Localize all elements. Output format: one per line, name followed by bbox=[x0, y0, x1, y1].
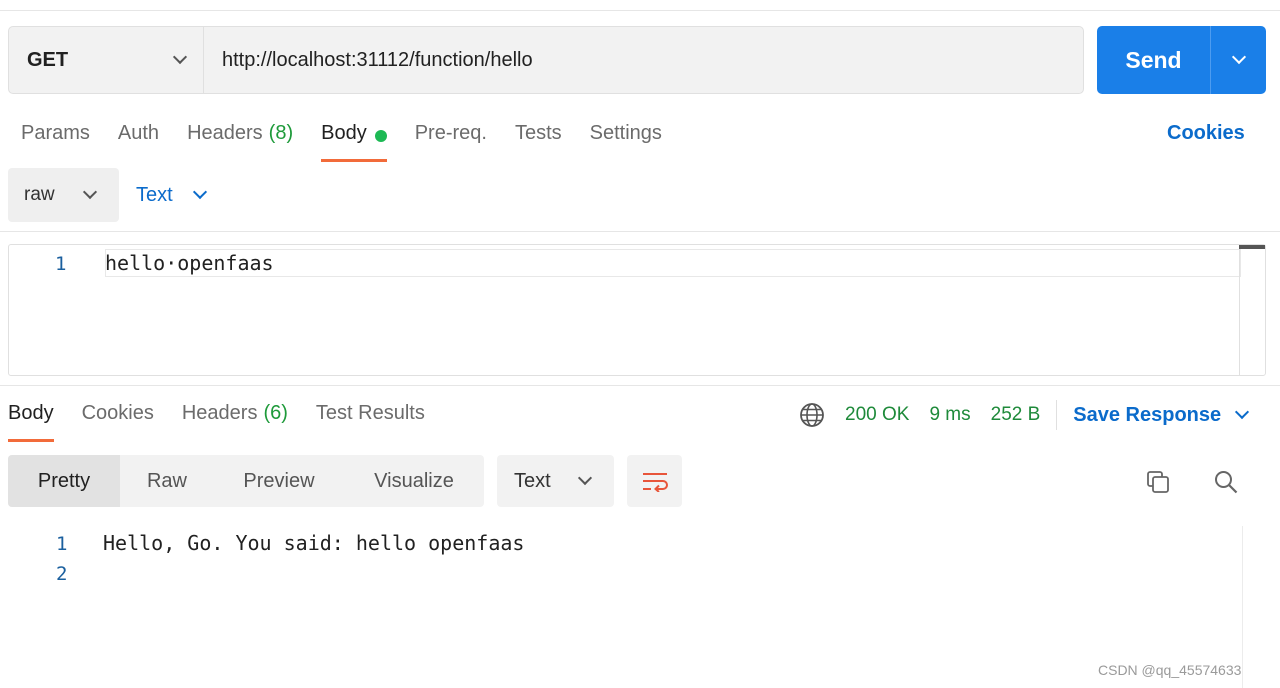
search-icon bbox=[1215, 471, 1238, 494]
tab-body[interactable]: Body bbox=[321, 118, 387, 162]
response-stats: 200 OK 9 ms 252 B Save Response bbox=[799, 400, 1250, 430]
method-label: GET bbox=[27, 48, 69, 71]
response-view-tabs: Pretty Raw Preview Visualize bbox=[8, 455, 484, 507]
response-size[interactable]: 252 B bbox=[991, 404, 1041, 426]
view-pretty[interactable]: Pretty bbox=[8, 455, 120, 507]
tab-response-headers[interactable]: Headers (6) bbox=[182, 398, 288, 442]
copy-button[interactable] bbox=[1138, 462, 1178, 502]
tab-label: Settings bbox=[589, 122, 662, 144]
tab-test-results[interactable]: Test Results bbox=[316, 398, 425, 442]
cookies-link[interactable]: Cookies bbox=[1167, 122, 1245, 145]
chevron-down-icon bbox=[1231, 49, 1246, 65]
tab-response-cookies[interactable]: Cookies bbox=[82, 398, 154, 442]
tab-label: Params bbox=[21, 122, 90, 144]
tab-headers[interactable]: Headers (8) bbox=[187, 118, 293, 162]
chevron-down-icon bbox=[172, 49, 188, 65]
send-button[interactable]: Send bbox=[1097, 26, 1210, 94]
top-divider bbox=[0, 10, 1280, 11]
tab-label: Auth bbox=[117, 122, 160, 144]
tab-tests[interactable]: Tests bbox=[515, 118, 562, 162]
tab-label: Body bbox=[321, 122, 367, 144]
response-body-code: Hello, Go. You said: hello openfaas bbox=[103, 531, 525, 555]
divider bbox=[1056, 400, 1058, 430]
body-mode-label: raw bbox=[24, 184, 55, 205]
tab-auth[interactable]: Auth bbox=[118, 118, 159, 162]
status-badge[interactable]: 200 OK bbox=[845, 404, 909, 426]
divider bbox=[0, 385, 1280, 386]
request-body-editor[interactable]: 1 hello·openfaas bbox=[8, 244, 1266, 376]
send-button-group: Send bbox=[1097, 26, 1266, 94]
response-time[interactable]: 9 ms bbox=[929, 404, 970, 426]
wrap-lines-icon bbox=[642, 473, 668, 492]
body-mode-select[interactable]: raw bbox=[8, 168, 119, 222]
tab-params[interactable]: Params bbox=[21, 118, 90, 162]
response-scrollbar[interactable] bbox=[1242, 526, 1268, 688]
body-indicator-dot bbox=[374, 130, 387, 142]
search-button[interactable] bbox=[1206, 462, 1246, 502]
chevron-down-icon bbox=[577, 470, 593, 486]
editor-scrollbar[interactable] bbox=[1239, 245, 1265, 375]
request-body-code: hello·openfaas bbox=[105, 251, 274, 275]
tab-label: Test Results bbox=[315, 402, 425, 424]
divider bbox=[0, 231, 1280, 232]
response-format-select[interactable]: Text bbox=[497, 455, 614, 507]
chevron-down-icon bbox=[192, 184, 207, 200]
tab-label: Pre-req. bbox=[414, 122, 487, 144]
copy-icon bbox=[1147, 471, 1169, 493]
view-preview[interactable]: Preview bbox=[214, 455, 344, 507]
tab-settings[interactable]: Settings bbox=[590, 118, 662, 162]
chevron-down-icon bbox=[1235, 404, 1250, 420]
line-number: 1 bbox=[56, 533, 68, 555]
wrap-lines-button[interactable] bbox=[627, 455, 682, 507]
tab-label: Headers bbox=[187, 122, 263, 144]
view-raw[interactable]: Raw bbox=[120, 455, 214, 507]
method-select[interactable]: GET bbox=[9, 27, 204, 93]
line-number: 2 bbox=[56, 563, 68, 585]
tab-label: Body bbox=[8, 402, 54, 424]
response-tabs: Body Cookies Headers (6) Test Results bbox=[8, 398, 453, 442]
tab-label: Tests bbox=[514, 122, 562, 144]
chevron-down-icon bbox=[82, 184, 98, 200]
active-line-highlight bbox=[105, 249, 1241, 277]
line-number: 1 bbox=[55, 253, 67, 275]
scrollbar-thumb[interactable] bbox=[1239, 245, 1265, 249]
watermark: CSDN @qq_45574633 bbox=[1098, 662, 1242, 678]
tab-label: Headers bbox=[181, 402, 258, 424]
tab-label: Cookies bbox=[81, 402, 154, 424]
tab-count: (8) bbox=[268, 122, 294, 144]
tab-count: (6) bbox=[263, 402, 288, 424]
body-format-label: Text bbox=[136, 183, 173, 206]
tab-response-body[interactable]: Body bbox=[8, 398, 54, 442]
save-response-button[interactable]: Save Response bbox=[1073, 403, 1250, 427]
url-bar: GET bbox=[8, 26, 1084, 94]
response-format-label: Text bbox=[514, 469, 551, 492]
send-options-button[interactable] bbox=[1210, 26, 1266, 94]
save-response-label: Save Response bbox=[1073, 403, 1222, 426]
tab-pre-request[interactable]: Pre-req. bbox=[415, 118, 487, 162]
globe-icon[interactable] bbox=[799, 402, 825, 428]
request-tabs: Params Auth Headers (8) Body Pre-req. Tes… bbox=[21, 118, 690, 162]
url-input[interactable] bbox=[204, 27, 1083, 93]
body-format-select[interactable]: Text bbox=[136, 168, 207, 222]
view-visualize[interactable]: Visualize bbox=[344, 455, 484, 507]
